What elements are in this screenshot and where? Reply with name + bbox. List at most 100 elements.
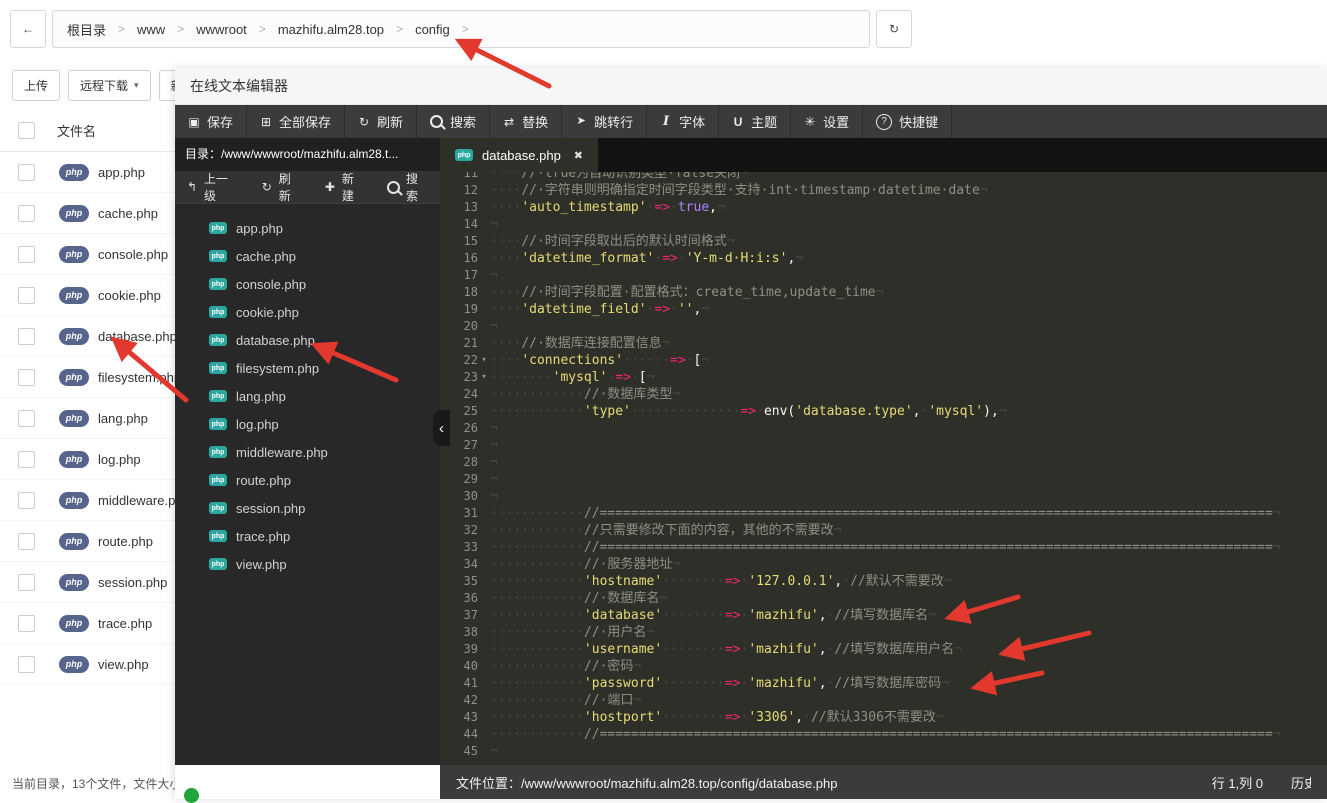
row-checkbox[interactable]: [18, 532, 35, 550]
fold-marker-icon[interactable]: [478, 556, 490, 573]
tree-item[interactable]: php session.php: [175, 494, 440, 522]
sidebar-tool-button[interactable]: ↻ 刷新: [250, 170, 313, 204]
editor-toolbar-button[interactable]: ▣ 保存: [175, 105, 248, 138]
breadcrumb-item[interactable]: wwwroot: [196, 22, 247, 37]
tree-item[interactable]: php route.php: [175, 466, 440, 494]
file-name[interactable]: console.php: [98, 247, 168, 262]
fold-marker-icon[interactable]: [478, 692, 490, 709]
row-checkbox[interactable]: [18, 327, 35, 345]
file-name[interactable]: cookie.php: [98, 288, 161, 303]
tree-item[interactable]: php lang.php: [175, 382, 440, 410]
breadcrumb[interactable]: 根目录 > www > wwwroot > mazhifu.alm28.top …: [52, 10, 870, 48]
fold-marker-icon[interactable]: [478, 641, 490, 658]
tree-item[interactable]: php middleware.php: [175, 438, 440, 466]
file-name[interactable]: app.php: [98, 165, 145, 180]
fold-marker-icon[interactable]: [478, 624, 490, 641]
reload-button[interactable]: ↻: [876, 10, 912, 48]
file-name[interactable]: database.php: [98, 329, 177, 344]
fold-marker-icon[interactable]: [478, 301, 490, 318]
fold-marker-icon[interactable]: [478, 267, 490, 284]
file-name[interactable]: lang.php: [98, 411, 148, 426]
row-checkbox[interactable]: [18, 573, 35, 591]
breadcrumb-item[interactable]: mazhifu.alm28.top: [278, 22, 384, 37]
select-all-checkbox[interactable]: [18, 121, 35, 139]
tree-item[interactable]: php app.php: [175, 214, 440, 242]
breadcrumb-item[interactable]: config: [415, 22, 450, 37]
editor-toolbar-button[interactable]: ➤ 跳转行: [562, 105, 648, 138]
fold-marker-icon[interactable]: [478, 726, 490, 743]
editor-toolbar-button[interactable]: ⇄ 替换: [490, 105, 563, 138]
code-editor[interactable]: 11 ····//·true为自动识别类型·false关闭¬ 12 ····//…: [440, 172, 1327, 765]
editor-toolbar-button[interactable]: U 主题: [719, 105, 792, 138]
fold-marker-icon[interactable]: [478, 522, 490, 539]
editor-toolbar-button[interactable]: ↻ 刷新: [345, 105, 418, 138]
file-name[interactable]: cache.php: [98, 206, 158, 221]
fold-marker-icon[interactable]: [478, 318, 490, 335]
editor-toolbar-button[interactable]: ⊞ 全部保存: [247, 105, 346, 138]
editor-toolbar-button[interactable]: 搜索: [417, 105, 491, 138]
row-checkbox[interactable]: [18, 450, 35, 468]
fold-marker-icon[interactable]: [478, 709, 490, 726]
sidebar-collapse-handle[interactable]: ‹: [433, 410, 450, 446]
row-checkbox[interactable]: [18, 163, 35, 181]
tree-item[interactable]: php filesystem.php: [175, 354, 440, 382]
fold-marker-icon[interactable]: [478, 488, 490, 505]
fold-marker-icon[interactable]: [478, 437, 490, 454]
fold-marker-icon[interactable]: ▾: [478, 369, 490, 386]
remote-download-button[interactable]: 远程下载 ▾: [68, 70, 151, 101]
row-checkbox[interactable]: [18, 204, 35, 222]
tree-item[interactable]: php view.php: [175, 550, 440, 578]
fold-marker-icon[interactable]: [478, 743, 490, 760]
editor-toolbar-button[interactable]: ? 快捷键: [863, 105, 953, 138]
file-name[interactable]: trace.php: [98, 616, 152, 631]
close-icon[interactable]: ✖: [574, 149, 583, 162]
row-checkbox[interactable]: [18, 409, 35, 427]
editor-toolbar-button[interactable]: I 字体: [647, 105, 720, 138]
sidebar-tool-button[interactable]: 搜索: [376, 170, 440, 204]
file-name[interactable]: view.php: [98, 657, 149, 672]
fold-marker-icon[interactable]: [478, 172, 490, 182]
tree-item[interactable]: php cookie.php: [175, 298, 440, 326]
file-name[interactable]: log.php: [98, 452, 141, 467]
tree-item[interactable]: php trace.php: [175, 522, 440, 550]
row-checkbox[interactable]: [18, 245, 35, 263]
file-name[interactable]: session.php: [98, 575, 167, 590]
upload-button[interactable]: 上传: [12, 70, 61, 101]
fold-marker-icon[interactable]: [478, 454, 490, 471]
fold-marker-icon[interactable]: [478, 607, 490, 624]
history-button[interactable]: 历史: [1291, 773, 1311, 792]
tab-database-php[interactable]: php database.php ✖: [440, 138, 599, 172]
fold-marker-icon[interactable]: [478, 386, 490, 403]
row-checkbox[interactable]: [18, 368, 35, 386]
fold-marker-icon[interactable]: [478, 335, 490, 352]
sidebar-tool-button[interactable]: ✚ 新建: [313, 170, 376, 204]
breadcrumb-item[interactable]: 根目录: [67, 20, 106, 39]
fold-marker-icon[interactable]: [478, 199, 490, 216]
fold-marker-icon[interactable]: [478, 182, 490, 199]
fold-marker-icon[interactable]: [478, 573, 490, 590]
fold-marker-icon[interactable]: [478, 284, 490, 301]
fold-marker-icon[interactable]: [478, 420, 490, 437]
tree-item[interactable]: php console.php: [175, 270, 440, 298]
fold-marker-icon[interactable]: [478, 471, 490, 488]
row-checkbox[interactable]: [18, 614, 35, 632]
row-checkbox[interactable]: [18, 655, 35, 673]
fold-marker-icon[interactable]: [478, 216, 490, 233]
fold-marker-icon[interactable]: [478, 539, 490, 556]
tree-item[interactable]: php log.php: [175, 410, 440, 438]
fold-marker-icon[interactable]: [478, 250, 490, 267]
fold-marker-icon[interactable]: [478, 590, 490, 607]
fold-marker-icon[interactable]: [478, 675, 490, 692]
fold-marker-icon[interactable]: [478, 658, 490, 675]
fold-marker-icon[interactable]: [478, 233, 490, 250]
breadcrumb-item[interactable]: www: [137, 22, 165, 37]
file-name[interactable]: filesystem.php: [98, 370, 181, 385]
fold-marker-icon[interactable]: ▾: [478, 352, 490, 369]
editor-toolbar-button[interactable]: ✳ 设置: [791, 105, 864, 138]
tree-item[interactable]: php cache.php: [175, 242, 440, 270]
sidebar-tool-button[interactable]: ↰ 上一级: [175, 170, 250, 204]
tree-item[interactable]: php database.php: [175, 326, 440, 354]
row-checkbox[interactable]: [18, 286, 35, 304]
fold-marker-icon[interactable]: [478, 505, 490, 522]
file-name[interactable]: route.php: [98, 534, 153, 549]
